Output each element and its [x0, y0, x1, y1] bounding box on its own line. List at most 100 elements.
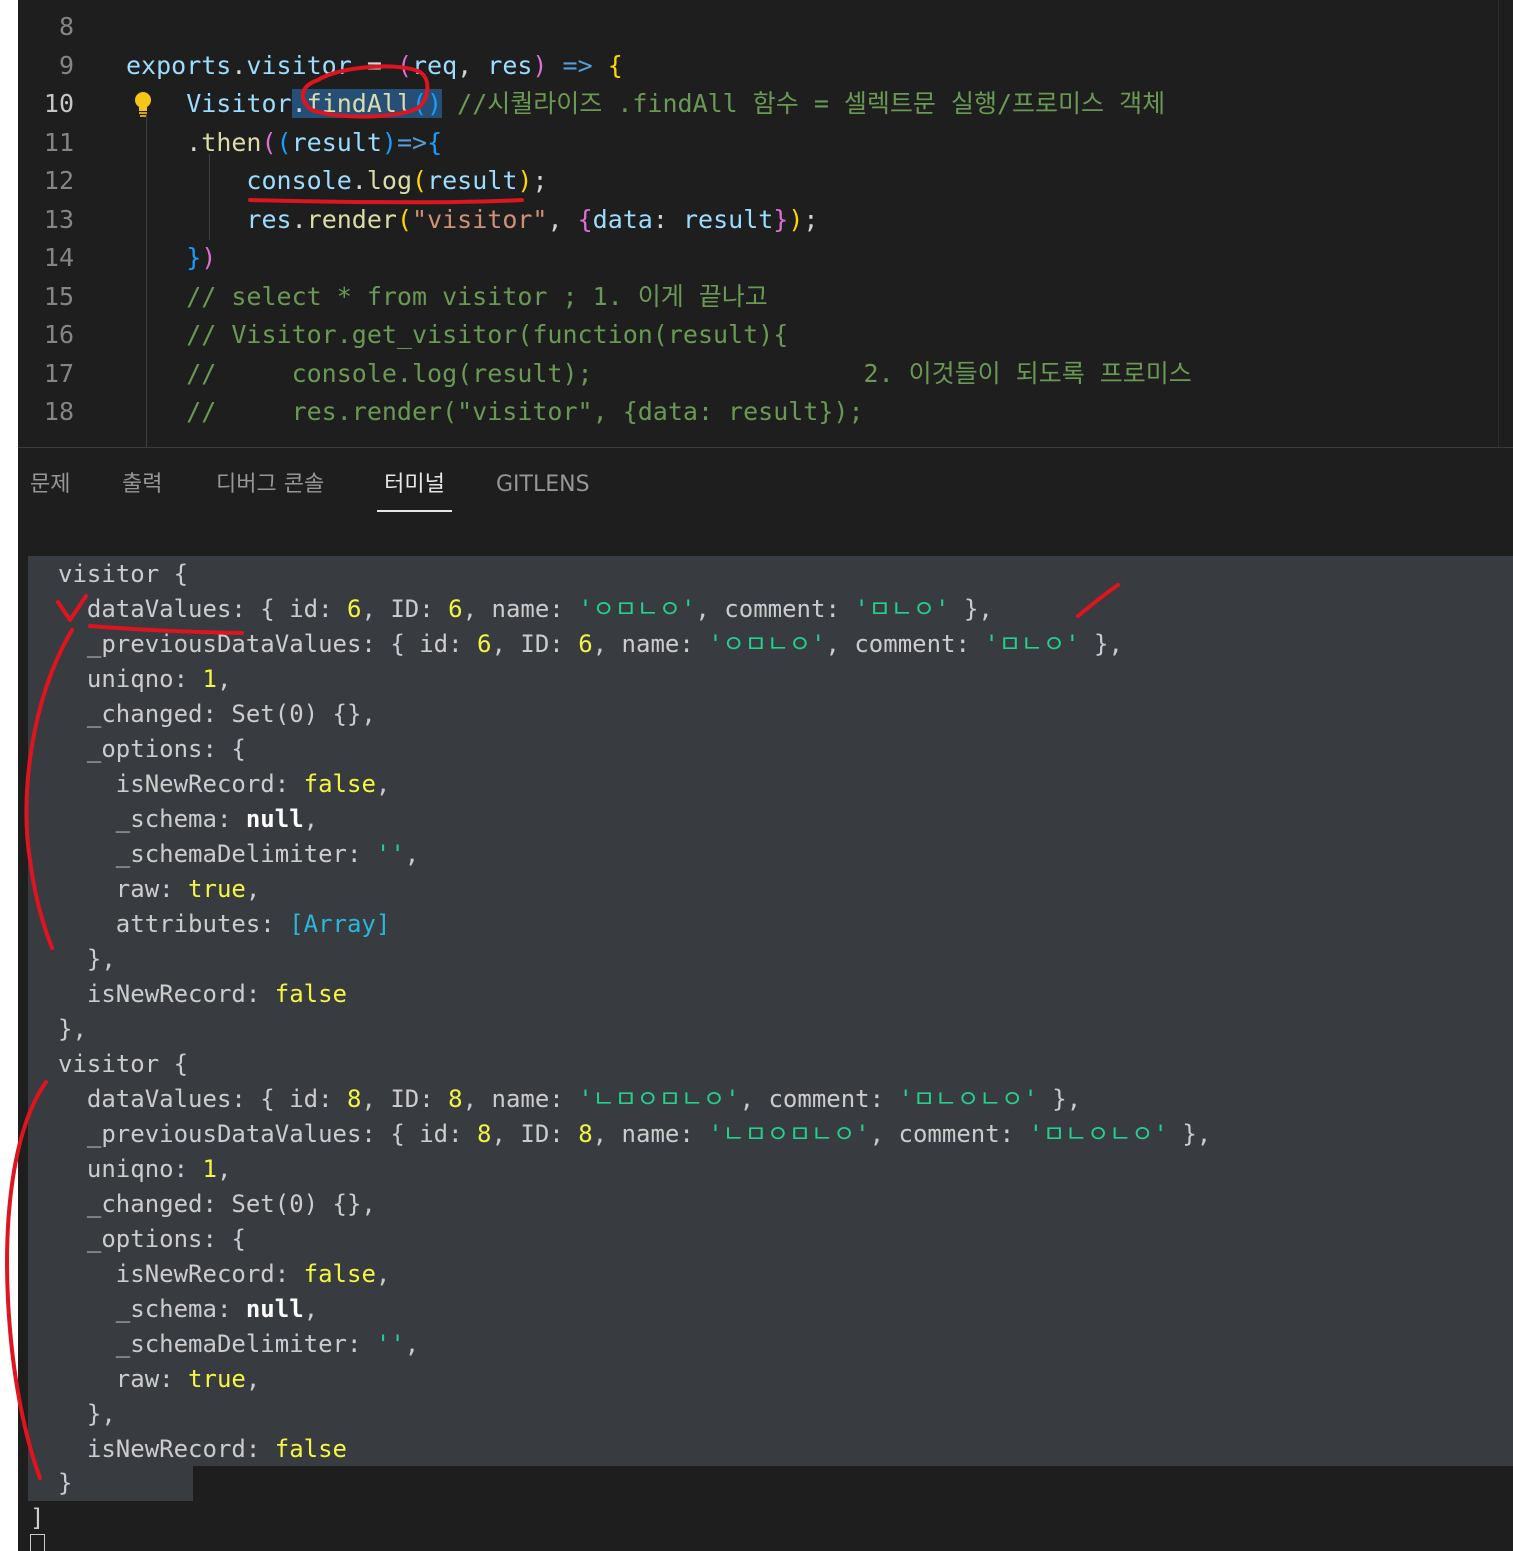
code-line[interactable]: 12 console.log(result); — [18, 162, 1498, 200]
code-token: = — [351, 50, 397, 80]
code-token: res — [487, 50, 533, 80]
code-token: log — [366, 166, 412, 195]
terminal-token: isNewRecord: — [58, 980, 275, 1008]
code-token: => — [562, 50, 593, 80]
code-line[interactable]: 18 // res.render("visitor", {data: resul… — [18, 393, 1498, 431]
terminal-line: _schema: null, — [58, 802, 318, 837]
code-token: : — [652, 204, 683, 234]
code-line[interactable]: 17 // console.log(result); 2. 이것들이 되도록 프… — [18, 355, 1498, 393]
code-token: result — [682, 204, 774, 234]
code-line[interactable]: 9 exports.visitor = (req, res) => { — [18, 47, 1498, 85]
code-token: exports — [126, 50, 232, 80]
terminal-line: }, — [58, 1012, 87, 1047]
code-token: result — [427, 166, 518, 195]
tab-debug-console[interactable]: 디버그 콘솔 — [216, 470, 324, 510]
terminal-token: _previousDataValues: { id: — [58, 1120, 478, 1148]
terminal-line: uniqno: 1, — [58, 1152, 232, 1187]
terminal-line: raw: true, — [58, 1362, 261, 1397]
terminal-token: }, — [1037, 1085, 1082, 1113]
terminal-token: null — [245, 805, 304, 833]
tab-gitlens[interactable]: GITLENS — [496, 470, 590, 510]
code-line[interactable]: 14 }) — [18, 239, 1498, 277]
code-text: .then((result)=>{ — [126, 124, 442, 162]
code-text: // res.render("visitor", {data: result})… — [126, 393, 863, 431]
terminal-token: 'ㄴㅁㅇㅁㄴㅇ' — [708, 1120, 870, 1148]
code-text: console.log(result); — [126, 162, 548, 200]
code-token: , — [547, 204, 578, 234]
terminal-selection-tail — [28, 1466, 193, 1501]
terminal-token: 8 — [346, 1085, 362, 1113]
terminal-token: , — [303, 1295, 319, 1323]
terminal-token: }, — [58, 1015, 87, 1043]
terminal-token: false — [274, 980, 347, 1008]
editor-scrollbar[interactable] — [1498, 0, 1499, 447]
code-token: ; — [803, 204, 819, 234]
code-line[interactable]: 8 — [18, 8, 1498, 46]
terminal-token: }, — [58, 1400, 116, 1428]
terminal-token: 'ㅁㄴㅇㄴㅇ' — [1028, 1120, 1168, 1148]
panel-tabs: 문제 출력 디버그 콘솔 터미널 GITLENS — [18, 448, 1513, 518]
code-token: ) — [201, 243, 217, 272]
terminal-line: _previousDataValues: { id: 8, ID: 8, nam… — [58, 1117, 1211, 1152]
terminal-token: , ID: — [491, 630, 579, 658]
terminal-token: false — [303, 1260, 376, 1288]
terminal-token: false — [274, 1435, 347, 1463]
terminal-token: , ID: — [361, 1085, 449, 1113]
terminal-line: _schemaDelimiter: '', — [58, 837, 419, 872]
terminal-token: _schema: — [58, 1295, 246, 1323]
code-token: . — [291, 89, 307, 118]
code-token: "visitor" — [412, 204, 548, 234]
terminal-token: 'ㅁㄴㅇ' — [984, 630, 1080, 658]
code-token: then — [201, 127, 262, 157]
line-number: 13 — [43, 204, 74, 234]
code-line[interactable]: 16 // Visitor.get_visitor(function(resul… — [18, 316, 1498, 354]
code-token: ) — [532, 50, 548, 80]
code-token: ; — [532, 166, 548, 195]
terminal-line: visitor { — [58, 557, 188, 592]
terminal-line: visitor { — [58, 1047, 188, 1082]
code-editor[interactable]: 8 9 exports.visitor = (req, res) => {10 Vi… — [18, 0, 1513, 447]
terminal-token: 8 — [578, 1120, 593, 1148]
code-text: exports.visitor = (req, res) => { — [126, 47, 623, 85]
terminal-token: _schema: — [58, 805, 246, 833]
terminal-line: } — [58, 1469, 73, 1497]
terminal-token: , — [245, 1365, 261, 1393]
code-token: ( — [261, 127, 277, 157]
code-line[interactable]: 15 // select * from visitor ; 1. 이게 끝나고 — [18, 278, 1498, 316]
code-line[interactable]: 13 res.render("visitor", {data: result})… — [18, 201, 1498, 239]
line-number: 14 — [43, 243, 74, 272]
code-token: visitor — [246, 50, 352, 80]
terminal-token: , comment: — [825, 630, 985, 658]
code-token: { — [607, 50, 623, 80]
terminal-token: _schemaDelimiter: — [58, 840, 376, 868]
code-line[interactable]: 10 Visitor.findAll() //시퀄라이즈 .findAll 함수… — [18, 85, 1498, 123]
terminal-output[interactable]: visitor { dataValues: { id: 6, ID: 6, na… — [28, 556, 1513, 1466]
code-token: ) — [381, 127, 397, 157]
code-text: Visitor.findAll() //시퀄라이즈 .findAll 함수 = … — [126, 85, 1165, 123]
terminal-token: }, — [1167, 1120, 1212, 1148]
code-text: // Visitor.get_visitor(function(result){ — [126, 316, 788, 354]
code-token: . — [351, 166, 367, 195]
terminal-token: uniqno: — [58, 665, 203, 693]
terminal-token: , — [216, 665, 232, 693]
terminal-line: dataValues: { id: 8, ID: 8, name: 'ㄴㅁㅇㅁㄴ… — [58, 1082, 1081, 1117]
tab-output[interactable]: 출력 — [122, 470, 162, 510]
terminal-token: 6 — [448, 595, 463, 623]
terminal-token: null — [245, 1295, 304, 1323]
terminal-token: 1 — [202, 665, 217, 693]
code-token: . — [291, 204, 307, 234]
terminal-token: , ID: — [491, 1120, 579, 1148]
terminal-token: uniqno: — [58, 1155, 203, 1183]
code-token: { — [577, 204, 593, 234]
lightbulb-icon[interactable] — [132, 90, 154, 118]
terminal-line: attributes: [Array] — [58, 907, 391, 942]
code-line[interactable]: 11 .then((result)=>{ — [18, 124, 1498, 162]
line-number: 8 — [58, 12, 74, 41]
terminal-token: _changed: Set(0) {}, — [58, 1190, 376, 1218]
terminal-line: _options: { — [58, 732, 246, 767]
code-token: console — [126, 166, 352, 195]
line-number: 16 — [43, 320, 74, 349]
tab-terminal[interactable]: 터미널 — [377, 470, 452, 512]
tab-problems[interactable]: 문제 — [30, 470, 70, 510]
